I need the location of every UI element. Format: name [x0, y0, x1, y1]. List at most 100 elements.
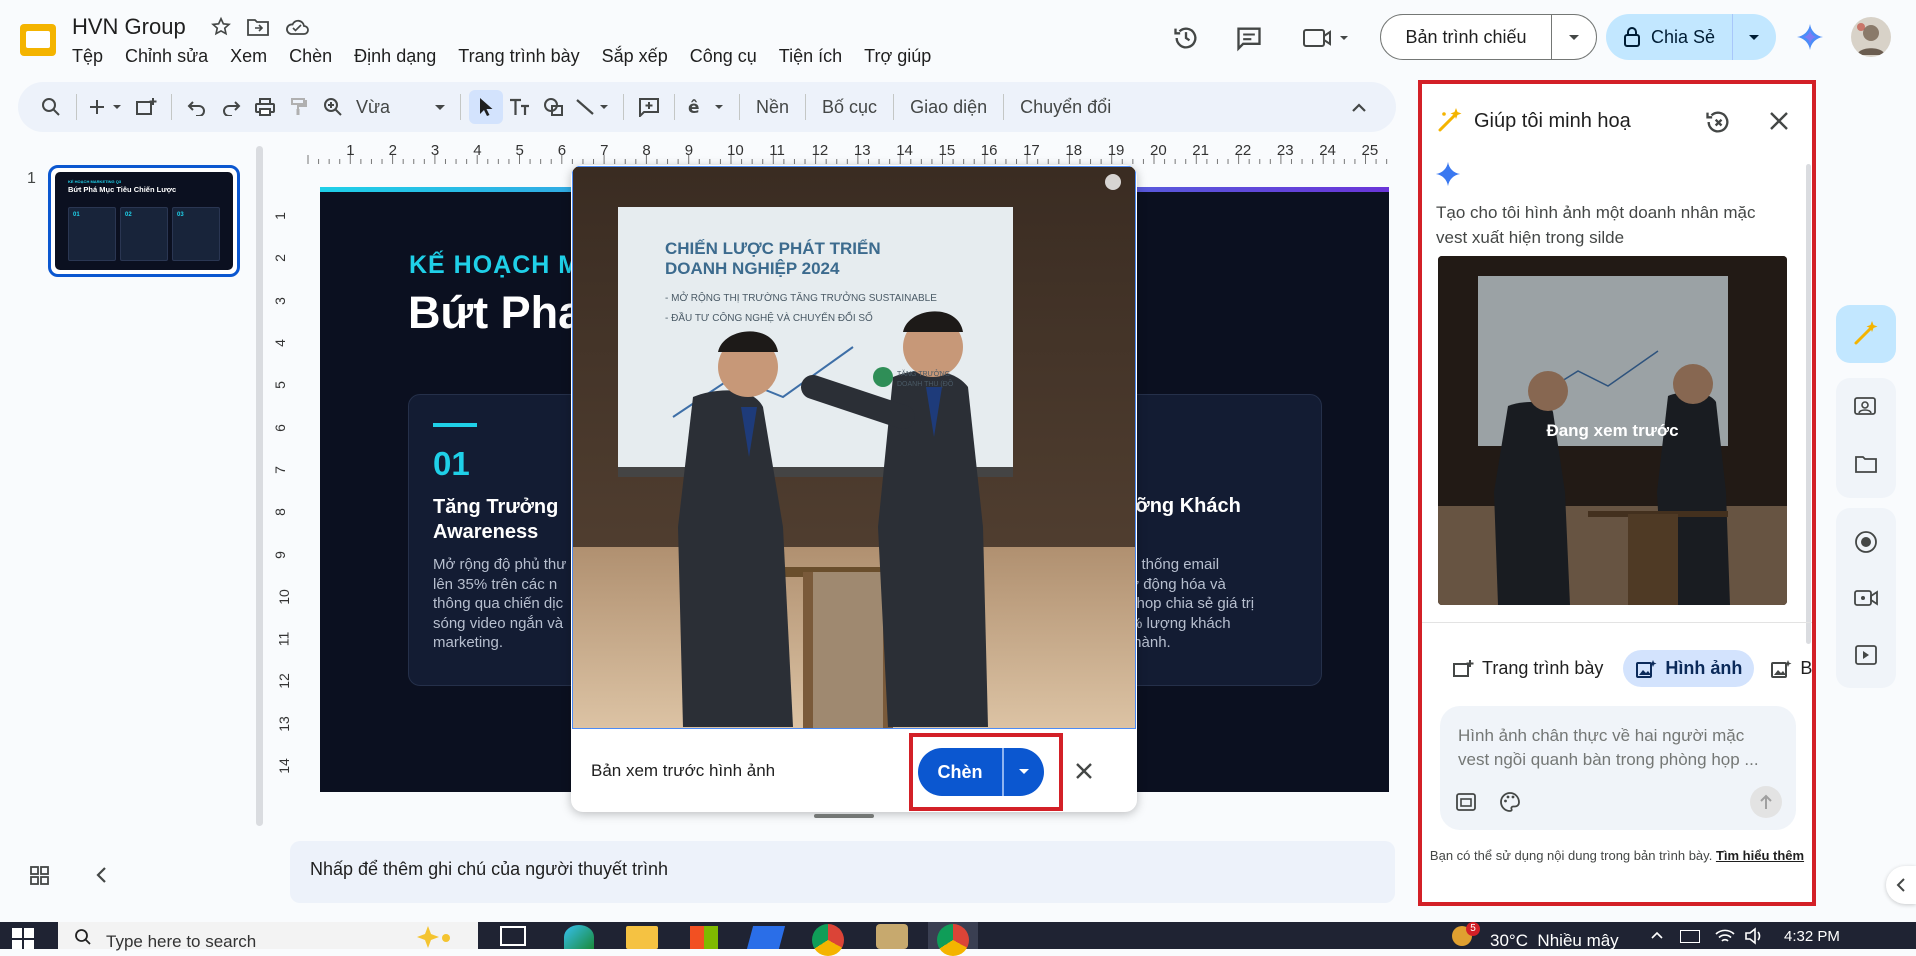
record-icon[interactable] [1854, 530, 1878, 554]
image-reference-icon[interactable] [1450, 786, 1482, 818]
rail-group-1 [1836, 378, 1896, 498]
clock-time[interactable]: 4:32 PM [1784, 928, 1840, 945]
select-cursor-icon[interactable] [469, 90, 503, 124]
taskbar-search[interactable]: Type here to search [58, 922, 478, 951]
tab-images[interactable]: Hình ảnh [1623, 650, 1755, 687]
gemini-icon[interactable] [1795, 22, 1825, 52]
share-button[interactable]: Chia Sẻ [1606, 26, 1732, 48]
filmstrip-scrollbar[interactable] [256, 146, 263, 826]
microsoft-store-icon[interactable] [690, 926, 718, 949]
search-menus-icon[interactable] [34, 90, 68, 124]
prompt-input[interactable]: Hình ảnh chân thực về hai người mặc vest… [1440, 706, 1796, 830]
volume-icon[interactable] [1744, 926, 1766, 946]
shape-icon[interactable] [537, 90, 571, 124]
prompt-input-placeholder: Hình ảnh chân thực về hai người mặc vest… [1458, 726, 1759, 769]
ruler-tick-label: 5 [515, 142, 524, 159]
card-body: ệ thống email ự động hóa và shop chia sẻ g… [1129, 556, 1255, 651]
task-view-icon[interactable] [500, 926, 526, 946]
share-dropdown-icon[interactable] [1733, 30, 1775, 44]
lock-icon [1623, 27, 1640, 47]
input-tools-icon[interactable]: ê [683, 90, 731, 124]
generated-image[interactable]: CHIẾN LƯỢC PHÁT TRIỂN DOANH NGHIỆP 2024 -… [572, 166, 1136, 729]
close-preview-icon[interactable] [1072, 759, 1096, 783]
slides-logo-icon[interactable] [18, 20, 58, 60]
slideshow-dropdown-icon[interactable] [1552, 30, 1596, 44]
star-icon[interactable] [210, 16, 232, 38]
layout-button[interactable]: Bố cục [814, 97, 885, 118]
tray-chevron-icon[interactable] [1650, 930, 1664, 940]
wifi-icon[interactable] [1714, 926, 1736, 946]
menu-file[interactable]: Tệp [72, 46, 103, 67]
tab-more[interactable]: B [1770, 652, 1812, 685]
meet-camera-icon[interactable] [1302, 26, 1350, 50]
text-box-icon[interactable] [503, 90, 537, 124]
print-icon[interactable] [248, 90, 282, 124]
close-panel-icon[interactable] [1768, 110, 1790, 132]
ruler-tick-label: 8 [642, 142, 651, 159]
learn-more-link[interactable]: Tìm hiểu thêm [1716, 848, 1804, 863]
user-prompt-text: Tạo cho tôi hình ảnh một doanh nhân mặc … [1436, 203, 1756, 247]
menu-edit[interactable]: Chỉnh sửa [125, 46, 208, 67]
folder-icon[interactable] [1854, 454, 1878, 474]
ruler-tick-label: 14 [275, 758, 292, 774]
present-icon[interactable] [1854, 644, 1878, 666]
vertical-ruler: 1 2 3 4 5 6 7 8 9 10 11 12 13 14 [272, 175, 294, 790]
new-slide-icon[interactable] [85, 90, 129, 124]
add-comment-icon[interactable] [632, 90, 666, 124]
slideshow-button[interactable]: Bản trình chiếu [1381, 27, 1551, 48]
menu-format[interactable]: Định dạng [354, 46, 436, 67]
undo-icon[interactable] [180, 90, 214, 124]
collapse-toolbar-icon[interactable] [1342, 90, 1376, 124]
show-side-panel-button[interactable] [1886, 866, 1916, 904]
people-card-icon[interactable] [1854, 396, 1878, 418]
rail-help-visualize-button[interactable] [1836, 305, 1896, 363]
weather-text[interactable]: 30°C Nhiều mây [1490, 931, 1619, 951]
cloud-status-icon[interactable] [284, 17, 310, 37]
menu-extensions[interactable]: Tiện ích [779, 46, 842, 67]
send-icon[interactable] [1750, 786, 1782, 818]
panel-scrollbar[interactable] [1806, 164, 1811, 644]
doc-title[interactable]: HVN Group [72, 14, 186, 40]
background-button[interactable]: Nền [748, 97, 797, 118]
slide-title[interactable]: Bứt Pha [408, 287, 583, 339]
menu-tools[interactable]: Công cụ [690, 46, 757, 67]
theme-button[interactable]: Giao diện [902, 97, 995, 118]
windows-start-icon[interactable] [12, 928, 34, 949]
new-slide-layout-icon[interactable] [129, 90, 163, 124]
chrome-active-icon[interactable] [937, 924, 969, 956]
panel-title: Giúp tôi minh hoạ [1474, 110, 1631, 132]
ruler-tick-label: 3 [271, 296, 288, 305]
zoom-select[interactable]: Vừa [350, 90, 452, 124]
redo-icon[interactable] [214, 90, 248, 124]
file-explorer-icon[interactable] [626, 926, 658, 949]
speaker-notes[interactable]: Nhấp để thêm ghi chú của người thuyết tr… [290, 841, 1395, 903]
paint-app-icon[interactable] [876, 924, 908, 949]
menu-view[interactable]: Xem [230, 46, 267, 67]
video-record-icon[interactable] [1854, 588, 1878, 608]
comments-icon[interactable] [1235, 24, 1263, 52]
menu-insert[interactable]: Chèn [289, 46, 332, 67]
avatar[interactable] [1851, 17, 1891, 57]
chrome-icon[interactable] [812, 924, 844, 956]
resize-handle[interactable] [814, 814, 874, 818]
menu-slide[interactable]: Trang trình bày [458, 46, 579, 67]
menu-help[interactable]: Trợ giúp [864, 46, 931, 67]
move-folder-icon[interactable] [246, 16, 270, 38]
mail-app-icon[interactable] [746, 926, 786, 949]
grid-view-icon[interactable] [30, 866, 50, 886]
paint-format-icon[interactable] [282, 90, 316, 124]
palette-icon[interactable] [1494, 786, 1526, 818]
battery-icon[interactable] [1680, 930, 1700, 943]
line-icon[interactable] [571, 90, 615, 124]
edge-browser-icon[interactable] [564, 925, 594, 949]
slide-thumbnail[interactable]: KẾ HOẠCH MARKETING Q3 Bứt Phá Mục Tiêu C… [48, 165, 240, 277]
tab-slides[interactable]: Trang trình bày [1448, 652, 1607, 685]
history-clear-icon[interactable] [1704, 108, 1732, 136]
menu-arrange[interactable]: Sắp xếp [602, 46, 668, 67]
version-history-icon[interactable] [1172, 24, 1200, 52]
slide-kicker[interactable]: KẾ HOẠCH M [409, 251, 580, 280]
zoom-icon[interactable] [316, 90, 350, 124]
panel-preview-image[interactable]: Đang xem trước [1438, 256, 1787, 605]
collapse-filmstrip-icon[interactable] [94, 866, 108, 884]
transition-button[interactable]: Chuyển đổi [1012, 97, 1119, 118]
